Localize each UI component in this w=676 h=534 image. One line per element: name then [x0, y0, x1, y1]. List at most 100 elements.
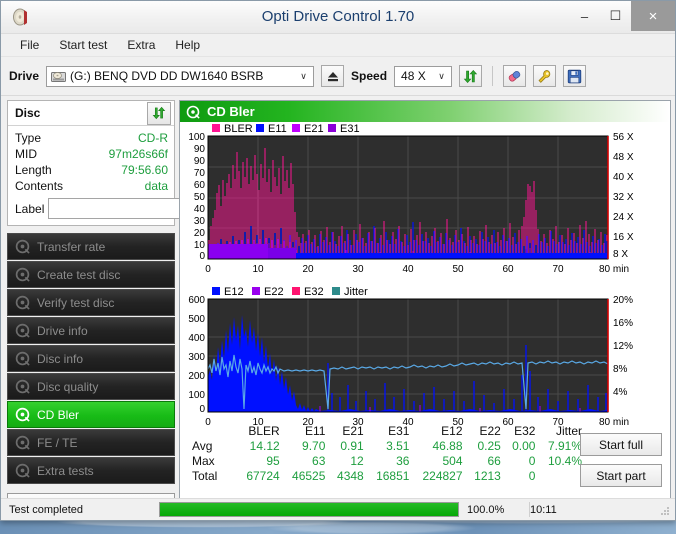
stat-col-e32: E32: [514, 423, 536, 438]
disc-row-value: CD-R: [138, 131, 168, 145]
menu-file[interactable]: File: [11, 35, 48, 55]
svg-text:56 X: 56 X: [613, 132, 634, 143]
stat-cell: 0.25: [477, 438, 501, 453]
save-button[interactable]: [563, 65, 587, 87]
stat-cell: 4348: [337, 468, 364, 483]
svg-text:80 min: 80 min: [599, 264, 629, 275]
sidebar-item-fe-te[interactable]: FE / TE: [7, 429, 175, 456]
stat-cell: 504: [442, 453, 463, 468]
content-area: Disc Type CD-R MID 97m26s66f Length 79:5…: [1, 96, 675, 517]
progress-fill: [160, 503, 458, 516]
legend-label-e21: E21: [304, 123, 324, 135]
sidebar-item-drive-info[interactable]: Drive info: [7, 317, 175, 344]
cd-bler-chart: BLER E11 E21 E31 100 90 90 70 60 50 40 3…: [180, 122, 670, 297]
legend-label-e32: E32: [304, 286, 324, 298]
statistics-table: BLER E11 E21 E31 E12 E22 E32 Jitter Avg: [190, 423, 586, 483]
svg-text:0: 0: [199, 251, 205, 262]
disc-row-key: Length: [15, 163, 52, 177]
disc-icon: [15, 435, 30, 450]
speed-select[interactable]: 48 X ∨: [394, 65, 453, 87]
menu-help[interactable]: Help: [166, 35, 209, 55]
disc-icon: [15, 295, 30, 310]
tools-button[interactable]: [533, 65, 557, 87]
maximize-button[interactable]: ☐: [600, 1, 631, 31]
eraser-icon: [508, 70, 520, 82]
table-row: Avg 14.12 9.70 0.91 3.51 46.88 0.25 0.00…: [190, 438, 586, 453]
sidebar-item-transfer-rate[interactable]: Transfer rate: [7, 233, 175, 260]
cd-bler-e12-chart: E12 E22 E32 Jitter 600 500 400 300 200 1…: [180, 285, 670, 445]
refresh-button[interactable]: [459, 65, 483, 87]
stat-col-e12: E12: [441, 423, 463, 438]
disc-row-key: MID: [15, 147, 37, 161]
sidebar-item-verify-test-disc[interactable]: Verify test disc: [7, 289, 175, 316]
disc-icon: [15, 463, 30, 478]
disc-icon: [15, 239, 30, 254]
drive-toolbar: Drive (G:) BENQ DVD DD DW1640 BSRB ∨ Spe…: [1, 57, 675, 96]
menu-start-test[interactable]: Start test: [50, 35, 116, 55]
svg-text:20%: 20%: [613, 295, 633, 306]
stat-cell: 12: [350, 453, 364, 468]
legend-swatch-e31: [328, 124, 336, 132]
svg-text:60: 60: [502, 264, 514, 275]
stat-cell: 95: [266, 453, 280, 468]
svg-text:0: 0: [199, 404, 205, 415]
sidebar-item-cd-bler[interactable]: CD Bler: [7, 401, 175, 428]
close-button[interactable]: ×: [631, 1, 675, 31]
svg-text:400: 400: [188, 333, 205, 344]
legend-label-e31: E31: [340, 123, 360, 135]
disc-row-length: Length 79:56.60: [15, 162, 168, 178]
sidebar-item-disc-quality[interactable]: Disc quality: [7, 373, 175, 400]
stat-row-label-total: Total: [192, 468, 218, 483]
legend-label-e11: E11: [268, 123, 287, 135]
progress-percent-text: 100.0%: [467, 503, 505, 516]
erase-button[interactable]: [503, 65, 527, 87]
sidebar-item-disc-info[interactable]: Disc info: [7, 345, 175, 372]
stat-cell: 46525: [292, 468, 326, 483]
minimize-button[interactable]: –: [569, 1, 600, 31]
main-panel: CD Bler BLER E11 E21 E31 100 90 90 70 60…: [179, 100, 671, 501]
sidebar-item-label: Drive info: [37, 323, 88, 338]
start-full-button[interactable]: Start full: [580, 433, 662, 456]
title-bar: Opti Drive Control 1.70 – ☐ ×: [1, 1, 675, 34]
stat-cell: 66: [487, 453, 501, 468]
svg-text:40 X: 40 X: [613, 172, 634, 183]
start-part-button[interactable]: Start part: [580, 464, 662, 487]
disc-panel: Disc Type CD-R MID 97m26s66f Length 79:5…: [7, 100, 253, 226]
table-header-row: BLER E11 E21 E31 E12 E22 E32 Jitter: [190, 423, 586, 438]
disc-panel-header: Disc: [8, 101, 174, 126]
stat-row-label-avg: Avg: [192, 438, 213, 453]
sidebar-item-create-test-disc[interactable]: Create test disc: [7, 261, 175, 288]
refresh-icon: [152, 106, 166, 120]
stat-col-bler: BLER: [248, 423, 280, 438]
status-message: Test completed: [9, 503, 83, 516]
stat-col-e21: E21: [342, 423, 364, 438]
disc-row-mid: MID 97m26s66f: [15, 146, 168, 162]
wrench-icon: [538, 69, 550, 83]
disc-label-key: Label: [15, 201, 45, 216]
sidebar-item-label: Disc info: [37, 351, 84, 366]
svg-text:30: 30: [352, 264, 364, 275]
resize-grip[interactable]: [659, 505, 671, 517]
disc-row-key: Type: [15, 131, 42, 145]
drive-select[interactable]: (G:) BENQ DVD DD DW1640 BSRB ∨: [46, 65, 315, 87]
stat-cell: 67724: [246, 468, 280, 483]
stat-cell: 0.00: [512, 438, 536, 453]
svg-text:200: 200: [188, 371, 205, 382]
statistics-area: BLER E11 E21 E31 E12 E22 E32 Jitter Avg: [180, 423, 670, 487]
sidebar-item-extra-tests[interactable]: Extra tests: [7, 457, 175, 484]
eject-button[interactable]: [321, 65, 345, 87]
chevron-down-icon: ∨: [300, 70, 307, 81]
drive-select-value: (G:) BENQ DVD DD DW1640 BSRB: [70, 69, 264, 83]
stat-cell: 36: [396, 453, 410, 468]
stat-cell: 1213: [474, 468, 501, 483]
disc-icon: [15, 267, 30, 282]
disc-refresh-button[interactable]: [147, 101, 171, 125]
right-axis-labels: 56 X 48 X 40 X 32 X 24 X 16 X 8 X: [613, 132, 634, 260]
disc-row-key: Contents: [15, 179, 64, 193]
disc-row-value: 97m26s66f: [108, 147, 168, 161]
chevron-down-icon: ∨: [438, 70, 445, 81]
disc-icon: [15, 379, 30, 394]
menu-extra[interactable]: Extra: [118, 35, 164, 55]
main-header-title: CD Bler: [207, 104, 255, 119]
svg-text:40: 40: [194, 204, 206, 215]
